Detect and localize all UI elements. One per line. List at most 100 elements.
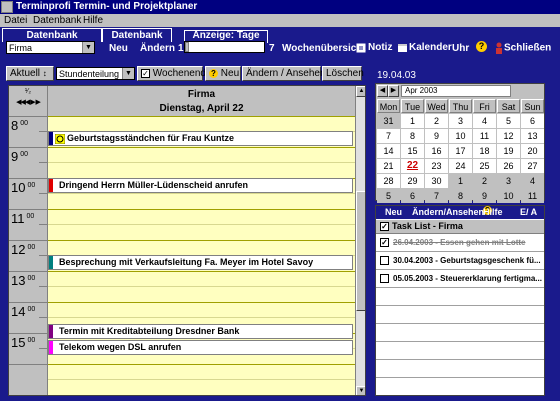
mode-combo[interactable]: Stundenteilung ▼ [56,67,135,80]
event-item[interactable]: Dringend Herrn Müller-Lüdenscheid anrufe… [48,178,353,193]
grid-line [48,317,355,318]
current-button[interactable]: Aktuell ↕ [6,66,54,81]
help-button[interactable]: ? [476,41,487,52]
calendar-day[interactable]: 31 [377,114,400,128]
calendar-day[interactable]: 8 [401,129,424,143]
task-row[interactable]: 30.04.2003 - Geburtstagsgeschenk fü... [376,252,544,270]
calendar-day[interactable]: 30 [425,174,448,188]
task-edit-button[interactable]: Ändern/Ansehen [412,206,484,219]
db-select-tab[interactable]: Datenbank auswählen [2,28,102,54]
task-new-button[interactable]: Neu [385,206,402,219]
calendar-day[interactable]: 4 [473,114,496,128]
slider-thumb[interactable] [185,42,189,52]
calendar-day[interactable]: 21 [377,159,400,173]
close-button[interactable]: Schließen [494,42,551,54]
calendar-day[interactable]: 1 [401,114,424,128]
db-tab[interactable]: Datenbank [102,28,172,42]
db-combo[interactable]: Firma ▼ [6,41,95,54]
calendar-day[interactable]: 3 [449,114,472,128]
calendar-day[interactable]: 2 [473,174,496,188]
weekday-header: Wed [425,99,448,113]
scroll-up-icon[interactable]: ▲ [356,86,365,97]
task-row[interactable]: ✓ 26.04.2003 - Essen gehen mit Lotte [376,234,544,252]
calendar-day[interactable]: 8 [449,189,472,203]
event-item[interactable]: Geburtstagsständchen für Frau Kuntze [48,131,353,146]
weekend-checkbox[interactable]: ✓ [141,68,150,78]
calendar-day[interactable]: 6 [401,189,424,203]
edit-view-button[interactable]: Ändern / Ansehen [242,66,326,81]
days-slider[interactable] [184,41,265,53]
task-checkbox[interactable]: ✓ [380,238,389,248]
calendar-day[interactable]: 20 [521,144,544,158]
task-ea-button[interactable]: E/ A [520,206,537,219]
calendar-day[interactable]: 9 [473,189,496,203]
note-button[interactable]: Notiz [356,42,392,53]
day-view: ¹⁄₂ ◀◀◀ ▶ ▶ Firma Dienstag, April 22 8 00… [8,85,366,396]
day-new-button[interactable]: ? Neu [205,66,241,81]
calendar-day[interactable]: 1 [449,174,472,188]
scroll-thumb[interactable] [356,191,365,311]
calendar-day[interactable]: 5 [377,189,400,203]
calendar-day[interactable]: 28 [377,174,400,188]
calendar-day[interactable]: 6 [521,114,544,128]
prev-month-icon[interactable]: ◀ [377,85,388,97]
calendar-button[interactable]: Kalender [397,42,452,53]
calendar-day[interactable]: 27 [521,159,544,173]
calendar-day[interactable]: 7 [425,189,448,203]
calendar-day[interactable]: 4 [521,174,544,188]
calendar-day[interactable]: 3 [497,174,520,188]
calendar-day[interactable]: 18 [473,144,496,158]
minute-value: 00 [27,182,36,189]
menu-bar: Datei Datenbank Hilfe [0,14,560,27]
chevron-down-icon[interactable]: ▼ [122,68,134,79]
vertical-scrollbar[interactable]: ▲ ▼ [355,86,365,395]
db-new-button[interactable]: Neu [109,43,128,54]
calendar-day[interactable]: 16 [425,144,448,158]
calendar-day[interactable]: 15 [401,144,424,158]
calendar-day[interactable]: 17 [449,144,472,158]
calendar-day[interactable]: 10 [449,129,472,143]
calendar-day[interactable]: 13 [521,129,544,143]
menu-datei[interactable]: Datei [4,14,27,27]
day-nav-arrows[interactable]: ◀◀◀ ▶ ▶ [9,98,47,106]
weekend-toggle[interactable]: ✓ Wochenende [137,66,212,81]
appointment-grid[interactable]: Geburtstagsständchen für Frau Kuntze Dri… [48,116,355,395]
calendar-day[interactable]: 24 [449,159,472,173]
event-color-stripe [49,256,53,269]
clock-button[interactable]: Uhr [452,43,469,54]
calendar-day[interactable]: 2 [425,114,448,128]
event-item[interactable]: Besprechung mit Verkaufsleitung Fa. Meye… [48,255,353,270]
calendar-day[interactable]: 12 [497,129,520,143]
calendar-day[interactable]: 23 [425,159,448,173]
delete-button[interactable]: Löschen [322,66,364,81]
calendar-day[interactable]: 14 [377,144,400,158]
menu-hilfe[interactable]: Hilfe [83,14,103,27]
weekday-header: Sat [497,99,520,113]
header-checkbox[interactable]: ✓ [380,222,389,232]
task-row[interactable]: 05.05.2003 - Steuererklarung fertigma... [376,270,544,288]
calendar-day-today[interactable]: 22 [401,159,424,173]
task-checkbox[interactable] [380,274,389,284]
calendar-day[interactable]: 11 [521,189,544,203]
scroll-down-icon[interactable]: ▼ [356,386,365,395]
event-item[interactable]: Termin mit Kreditabteilung Dresdner Bank [48,324,353,339]
calendar-day[interactable]: 11 [473,129,496,143]
day-column-header: Firma Dienstag, April 22 [48,86,355,116]
calendar-day[interactable]: 26 [497,159,520,173]
calendar-day[interactable]: 25 [473,159,496,173]
calendar-day[interactable]: 10 [497,189,520,203]
db-edit-button[interactable]: Ändern [140,43,175,54]
chevron-down-icon[interactable]: ▼ [82,42,94,53]
calendar-day[interactable]: 9 [425,129,448,143]
zoom-icon[interactable]: ¹⁄₂ [9,88,47,95]
menu-datenbank[interactable]: Datenbank [33,14,81,27]
calendar-day[interactable]: 7 [377,129,400,143]
next-month-icon[interactable]: ▶ [388,85,399,97]
hour-value: 11 [11,211,25,226]
week-overview-button[interactable]: Wochenübersicht [282,43,366,54]
event-item[interactable]: Telekom wegen DSL anrufen [48,340,353,355]
calendar-day[interactable]: 29 [401,174,424,188]
calendar-day[interactable]: 19 [497,144,520,158]
calendar-day[interactable]: 5 [497,114,520,128]
task-checkbox[interactable] [380,256,389,266]
